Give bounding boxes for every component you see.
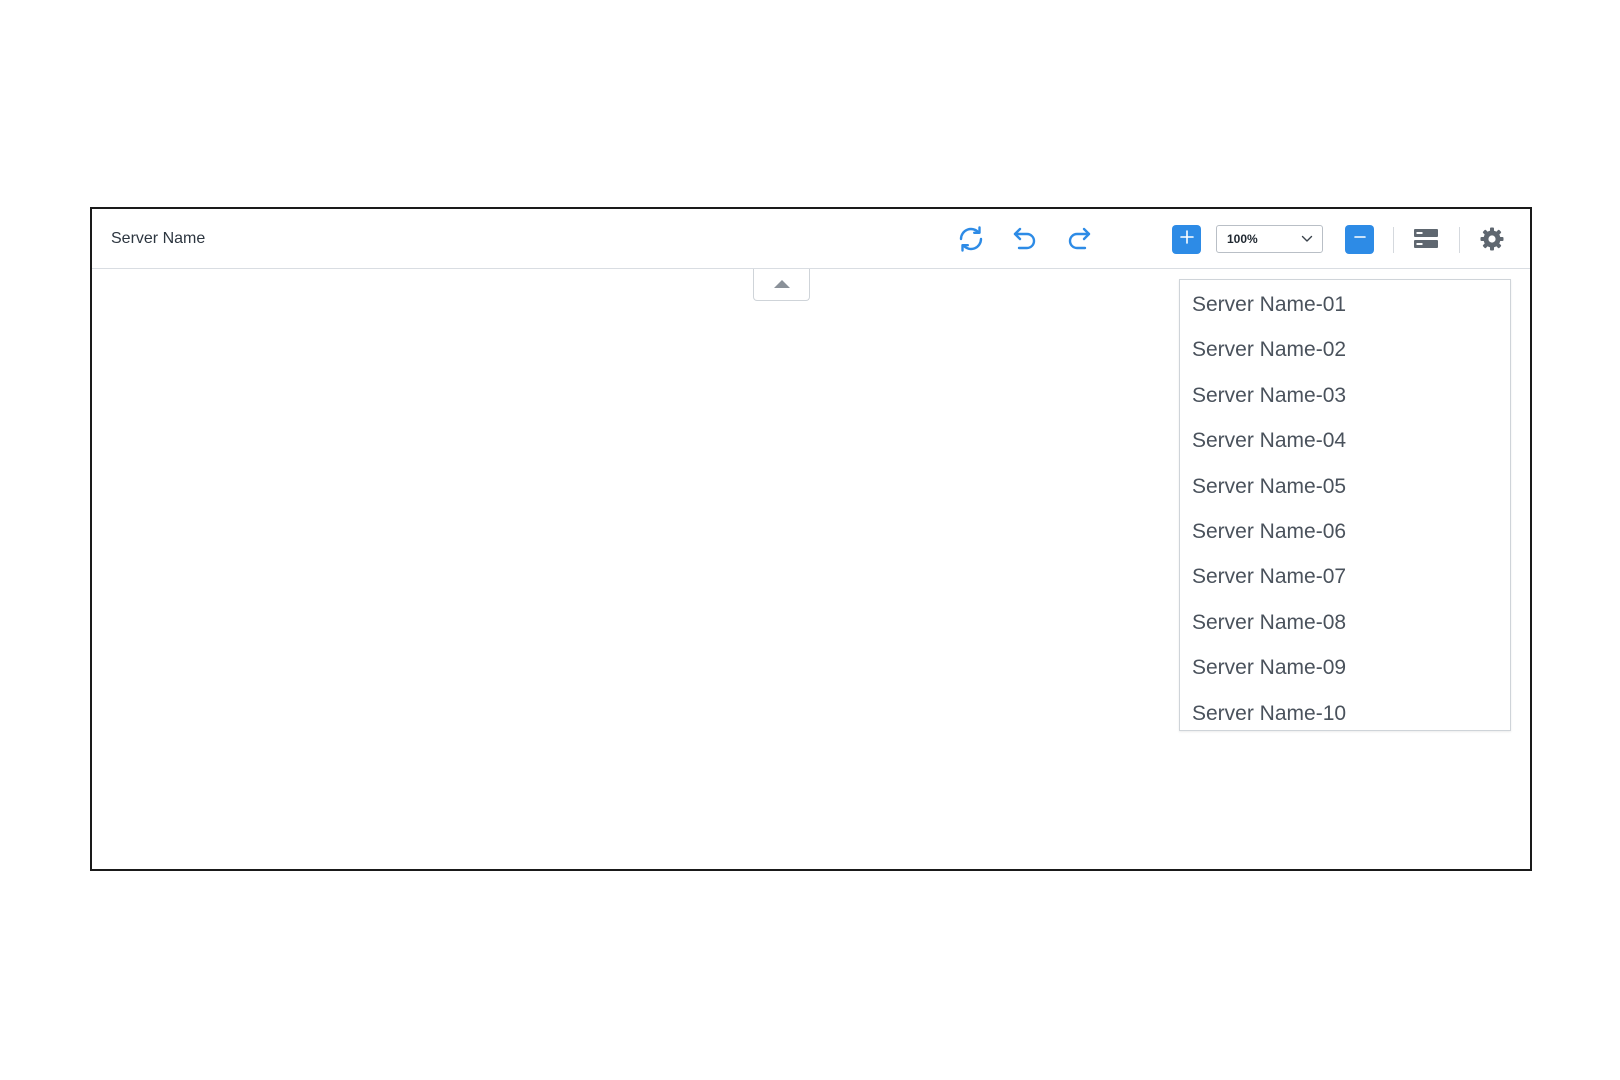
page-title: Server Name — [111, 230, 206, 247]
server-list-item[interactable]: Server Name-04 — [1180, 418, 1510, 463]
server-dropdown-list: Server Name-01 Server Name-02 Server Nam… — [1179, 279, 1511, 731]
collapse-toolbar-handle[interactable] — [753, 269, 810, 301]
toolbar: Server Name 100% — [92, 209, 1530, 269]
server-list-item[interactable]: Server Name-06 — [1180, 509, 1510, 554]
undo-icon — [1010, 224, 1040, 254]
zoom-level-value: 100% — [1227, 232, 1258, 246]
server-list-item[interactable]: Server Name-09 — [1180, 645, 1510, 690]
server-list-item[interactable]: Server Name-07 — [1180, 554, 1510, 599]
toolbar-divider — [1393, 227, 1394, 253]
server-list-item[interactable]: Server Name-01 — [1180, 282, 1510, 327]
plus-icon — [1179, 229, 1195, 250]
settings-button[interactable] — [1475, 222, 1509, 256]
gear-icon — [1478, 225, 1506, 253]
server-list-button[interactable] — [1409, 222, 1443, 256]
chevron-down-icon — [1301, 230, 1313, 248]
caret-up-icon — [773, 276, 791, 294]
server-list-item[interactable]: Server Name-10 — [1180, 691, 1510, 736]
redo-button[interactable] — [1062, 222, 1096, 256]
undo-button[interactable] — [1008, 222, 1042, 256]
refresh-icon — [955, 223, 987, 255]
server-list-item[interactable]: Server Name-05 — [1180, 464, 1510, 509]
zoom-out-button[interactable] — [1345, 225, 1374, 254]
zoom-level-select[interactable]: 100% — [1216, 225, 1323, 253]
app-window: Server Name 100% Server Name-01 Server N… — [90, 207, 1532, 871]
redo-icon — [1064, 224, 1094, 254]
toolbar-divider — [1459, 227, 1460, 253]
server-list-icon — [1412, 226, 1440, 252]
server-list-item[interactable]: Server Name-03 — [1180, 373, 1510, 418]
zoom-in-button[interactable] — [1172, 225, 1201, 254]
minus-icon — [1352, 229, 1368, 250]
refresh-button[interactable] — [954, 222, 988, 256]
server-list-item[interactable]: Server Name-08 — [1180, 600, 1510, 645]
server-list-item[interactable]: Server Name-02 — [1180, 327, 1510, 372]
